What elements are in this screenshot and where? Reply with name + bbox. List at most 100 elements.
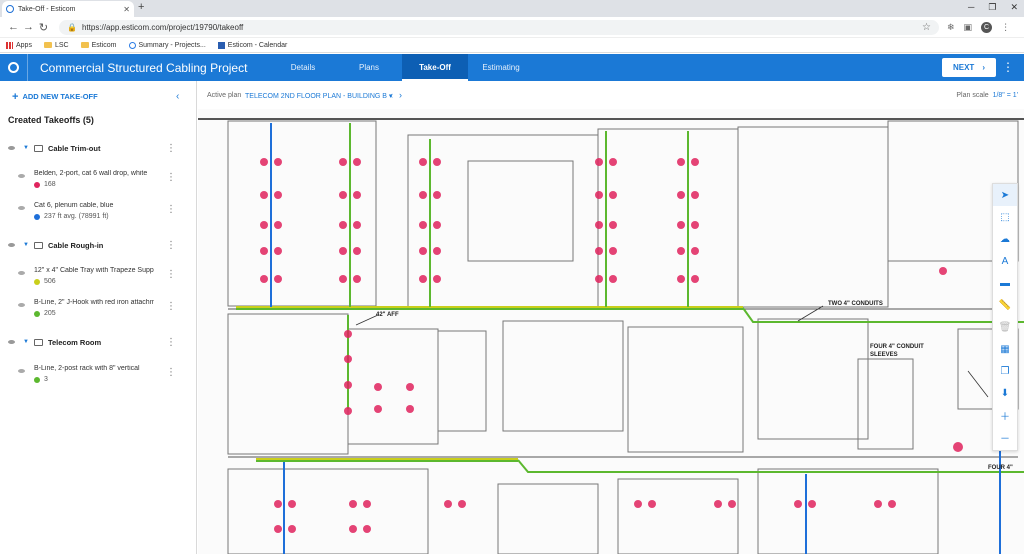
zoom-out-icon[interactable]: － bbox=[993, 426, 1017, 448]
more-options-icon[interactable]: ⋮ bbox=[166, 143, 175, 154]
ruler-icon[interactable]: 📏 bbox=[993, 294, 1017, 316]
visibility-eye-icon[interactable] bbox=[8, 146, 15, 150]
visibility-eye-icon[interactable] bbox=[8, 340, 15, 344]
next-button[interactable]: NEXT › bbox=[942, 58, 996, 77]
folder-icon bbox=[44, 42, 52, 48]
cloud-markup-icon[interactable]: ☁ bbox=[993, 228, 1017, 250]
plan-header: Active plan TELECOM 2ND FLOOR PLAN - BUI… bbox=[198, 81, 1024, 109]
layers-icon[interactable]: ❐ bbox=[993, 360, 1017, 382]
bookmark-lsc[interactable]: LSC bbox=[44, 42, 69, 49]
minimize-icon[interactable]: ─ bbox=[968, 2, 974, 13]
more-options-icon[interactable]: ⋮ bbox=[166, 204, 175, 215]
folder-icon bbox=[81, 42, 89, 48]
takeoff-item-name: B-Line, 2" J-Hook with red iron attachm.… bbox=[34, 299, 154, 306]
plus-icon: + bbox=[12, 91, 18, 103]
more-options-icon[interactable]: ⋮ bbox=[166, 337, 175, 348]
area-select-icon[interactable]: ⬚ bbox=[993, 206, 1017, 228]
esticom-favicon-icon bbox=[129, 42, 136, 49]
takeoff-group[interactable]: ▼ Telecom Room ⋮ bbox=[0, 335, 197, 349]
color-dot bbox=[34, 279, 40, 285]
visibility-eye-icon[interactable] bbox=[18, 369, 25, 373]
takeoff-item[interactable]: B-Line, 2" J-Hook with red iron attachm.… bbox=[0, 299, 197, 323]
takeoff-group[interactable]: ▼ Cable Trim-out ⋮ bbox=[0, 141, 197, 155]
app-menu-icon[interactable]: ⋮ bbox=[1002, 60, 1014, 74]
more-options-icon[interactable]: ⋮ bbox=[166, 172, 175, 183]
bookmarks-bar: Apps LSC Esticom Summary - Projects... E… bbox=[0, 38, 1024, 53]
tab-estimating[interactable]: Estimating bbox=[468, 54, 534, 81]
extension-box-icon[interactable]: ▣ bbox=[964, 22, 973, 33]
plan-scale: Plan scale 1/8" = 1' bbox=[956, 92, 1018, 99]
color-dot bbox=[34, 182, 40, 188]
browser-menu-icon[interactable]: ⋮ bbox=[1001, 22, 1010, 33]
download-icon[interactable]: ⬇ bbox=[993, 382, 1017, 404]
visibility-eye-icon[interactable] bbox=[8, 243, 15, 247]
esticom-favicon-icon bbox=[6, 5, 14, 13]
close-window-icon[interactable]: ✕ bbox=[1010, 2, 1018, 13]
takeoff-group[interactable]: ▼ Cable Rough-in ⋮ bbox=[0, 238, 197, 252]
visibility-eye-icon[interactable] bbox=[18, 206, 25, 210]
takeoff-item[interactable]: 12" x 4" Cable Tray with Trapeze Suppor.… bbox=[0, 267, 197, 291]
add-new-takeoff-button[interactable]: +ADD NEW TAKE-OFF bbox=[12, 91, 98, 103]
more-options-icon[interactable]: ⋮ bbox=[166, 240, 175, 251]
text-markup-icon[interactable]: A bbox=[993, 250, 1017, 272]
takeoff-item[interactable]: B-Line, 2-post rack with 8" vertical 3 ⋮ bbox=[0, 365, 197, 389]
tab-plans[interactable]: Plans bbox=[336, 54, 402, 81]
caret-down-icon[interactable]: ▼ bbox=[23, 242, 29, 248]
bookmark-esticom[interactable]: Esticom bbox=[81, 42, 117, 49]
plan-scale-value[interactable]: 1/8" = 1' bbox=[993, 92, 1018, 99]
annotation-four-conduit-right: FOUR 4" bbox=[988, 465, 1013, 471]
takeoff-item-quantity: 205 bbox=[34, 310, 56, 317]
visibility-eye-icon[interactable] bbox=[18, 174, 25, 178]
more-options-icon[interactable]: ⋮ bbox=[166, 269, 175, 280]
url-field[interactable]: 🔒 https://app.esticom.com/project/19790/… bbox=[59, 20, 939, 35]
new-tab-icon[interactable]: + bbox=[138, 1, 144, 13]
bookmark-star-icon[interactable]: ☆ bbox=[922, 22, 931, 33]
plan-canvas[interactable]: 42" AFF TWO 4" CONDUITS FOUR 4" CONDUIT … bbox=[198, 109, 1024, 554]
reload-icon[interactable]: ↻ bbox=[36, 21, 51, 34]
extensions: ❄ ▣ C ⋮ bbox=[947, 22, 1010, 33]
chevron-left-icon[interactable]: ‹ bbox=[390, 90, 399, 100]
bookmark-apps[interactable]: Apps bbox=[6, 42, 32, 49]
delete-icon[interactable]: 🗑 bbox=[993, 316, 1017, 338]
collapse-sidebar-icon[interactable]: ‹ bbox=[176, 91, 179, 102]
takeoff-item[interactable]: Cat 6, plenum cable, blue 237 ft avg. (7… bbox=[0, 202, 197, 226]
visibility-eye-icon[interactable] bbox=[18, 271, 25, 275]
close-tab-icon[interactable]: ✕ bbox=[123, 5, 130, 14]
highlight-icon[interactable]: ▬ bbox=[993, 272, 1017, 294]
folder-icon bbox=[34, 339, 43, 346]
tab-take-off[interactable]: Take-Off bbox=[402, 54, 468, 81]
visibility-eye-icon[interactable] bbox=[18, 303, 25, 307]
back-icon[interactable]: ← bbox=[6, 21, 21, 33]
select-pointer-icon[interactable]: ➤ bbox=[993, 184, 1017, 206]
esticom-logo-icon[interactable] bbox=[0, 54, 28, 81]
app-header: Commercial Structured Cabling Project De… bbox=[0, 54, 1024, 81]
caret-down-icon[interactable]: ▼ bbox=[23, 145, 29, 151]
restore-icon[interactable]: ❐ bbox=[988, 2, 996, 13]
bookmark-summary[interactable]: Summary - Projects... bbox=[129, 42, 206, 49]
takeoff-item-name: Belden, 2-port, cat 6 wall drop, white bbox=[34, 170, 154, 177]
chevron-right-icon[interactable]: › bbox=[399, 90, 408, 100]
color-dot bbox=[34, 214, 40, 220]
browser-tab[interactable]: Take-Off - Esticom ✕ bbox=[2, 1, 134, 17]
takeoff-item[interactable]: Belden, 2-port, cat 6 wall drop, white 1… bbox=[0, 170, 197, 194]
annotation-four-conduit: FOUR 4" CONDUIT bbox=[870, 344, 924, 350]
forward-icon[interactable]: → bbox=[21, 21, 36, 33]
folder-icon bbox=[34, 242, 43, 249]
annotation-two-conduits: TWO 4" CONDUITS bbox=[828, 301, 883, 307]
group-name: Telecom Room bbox=[48, 338, 101, 347]
main-tabs: Details Plans Take-Off Estimating bbox=[270, 54, 534, 81]
more-options-icon[interactable]: ⋮ bbox=[166, 367, 175, 378]
profile-avatar[interactable]: C bbox=[981, 22, 992, 33]
address-bar-row: ← → ↻ 🔒 https://app.esticom.com/project/… bbox=[0, 17, 1024, 38]
active-plan-select[interactable]: TELECOM 2ND FLOOR PLAN - BUILDING B ▾ bbox=[245, 92, 392, 100]
takeoff-item-name: B-Line, 2-post rack with 8" vertical bbox=[34, 365, 154, 372]
zoom-in-icon[interactable]: ＋ bbox=[993, 404, 1017, 426]
floor-plan-drawing bbox=[198, 109, 1024, 554]
more-options-icon[interactable]: ⋮ bbox=[166, 301, 175, 312]
extension-snowflake-icon[interactable]: ❄ bbox=[947, 22, 955, 33]
grid-icon[interactable]: ▦ bbox=[993, 338, 1017, 360]
caret-down-icon[interactable]: ▼ bbox=[23, 339, 29, 345]
takeoff-item-name: 12" x 4" Cable Tray with Trapeze Suppor.… bbox=[34, 267, 154, 274]
tab-details[interactable]: Details bbox=[270, 54, 336, 81]
bookmark-calendar[interactable]: Esticom - Calendar bbox=[218, 42, 288, 49]
